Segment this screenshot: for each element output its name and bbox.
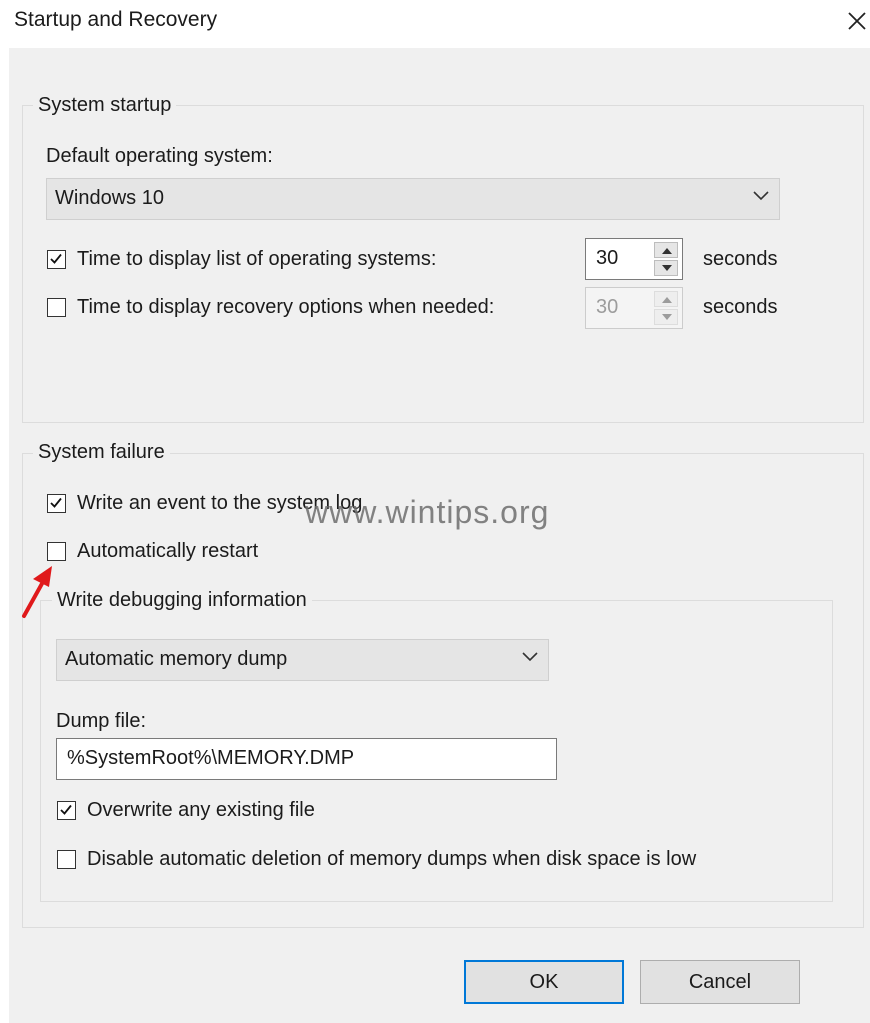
watermark: www.wintips.org — [305, 494, 550, 530]
auto-restart-label: Automatically restart — [77, 540, 259, 562]
default-os-value: Windows 10 — [55, 187, 164, 209]
disable-deletion-label: Disable automatic deletion of memory dum… — [87, 848, 697, 870]
checkmark-icon — [50, 497, 62, 508]
spin-up-button — [654, 291, 678, 307]
display-recovery-label: Time to display recovery options when ne… — [77, 296, 495, 318]
checkmark-icon — [60, 804, 72, 815]
cancel-button[interactable]: Cancel — [640, 960, 800, 1004]
arrow-up-icon — [662, 297, 672, 303]
disable-deletion-checkbox[interactable] — [57, 850, 76, 869]
dump-type-select[interactable]: Automatic memory dump — [56, 639, 549, 681]
dump-type-value: Automatic memory dump — [65, 648, 288, 670]
display-list-value: 30 — [596, 247, 619, 269]
display-list-unit: seconds — [703, 248, 778, 270]
write-event-checkbox[interactable] — [47, 494, 66, 513]
dump-file-label: Dump file: — [56, 710, 147, 732]
display-recovery-checkbox[interactable] — [47, 298, 66, 317]
default-os-label: Default operating system: — [46, 145, 273, 167]
title-bar: Startup and Recovery — [0, 0, 870, 46]
spin-down-button — [654, 309, 678, 325]
ok-button-label: OK — [529, 971, 559, 993]
arrow-down-icon — [662, 265, 672, 271]
cancel-button-label: Cancel — [688, 971, 752, 993]
system-startup-label: System startup — [33, 94, 177, 117]
display-list-spinner[interactable]: 30 — [585, 238, 683, 280]
display-list-label: Time to display list of operating system… — [77, 248, 437, 270]
chevron-down-icon — [522, 652, 538, 662]
spin-down-button[interactable] — [654, 260, 678, 276]
display-recovery-spinner: 30 — [585, 287, 683, 329]
display-recovery-value: 30 — [596, 296, 619, 318]
checkmark-icon — [50, 253, 62, 264]
dump-file-value: %SystemRoot%\MEMORY.DMP — [67, 747, 355, 769]
debugging-label: Write debugging information — [52, 589, 312, 612]
arrow-down-icon — [662, 314, 672, 320]
display-recovery-unit: seconds — [703, 296, 778, 318]
spin-up-button[interactable] — [654, 242, 678, 258]
system-failure-label: System failure — [33, 441, 170, 464]
display-list-checkbox[interactable] — [47, 250, 66, 269]
default-os-select[interactable]: Windows 10 — [46, 178, 780, 220]
overwrite-checkbox[interactable] — [57, 801, 76, 820]
overwrite-label: Overwrite any existing file — [87, 799, 315, 821]
chevron-down-icon — [753, 191, 769, 201]
arrow-up-icon — [662, 248, 672, 254]
dump-file-input[interactable]: %SystemRoot%\MEMORY.DMP — [56, 738, 557, 780]
ok-button[interactable]: OK — [464, 960, 624, 1004]
window-title: Startup and Recovery — [14, 8, 218, 31]
close-icon[interactable] — [846, 10, 868, 32]
auto-restart-checkbox[interactable] — [47, 542, 66, 561]
